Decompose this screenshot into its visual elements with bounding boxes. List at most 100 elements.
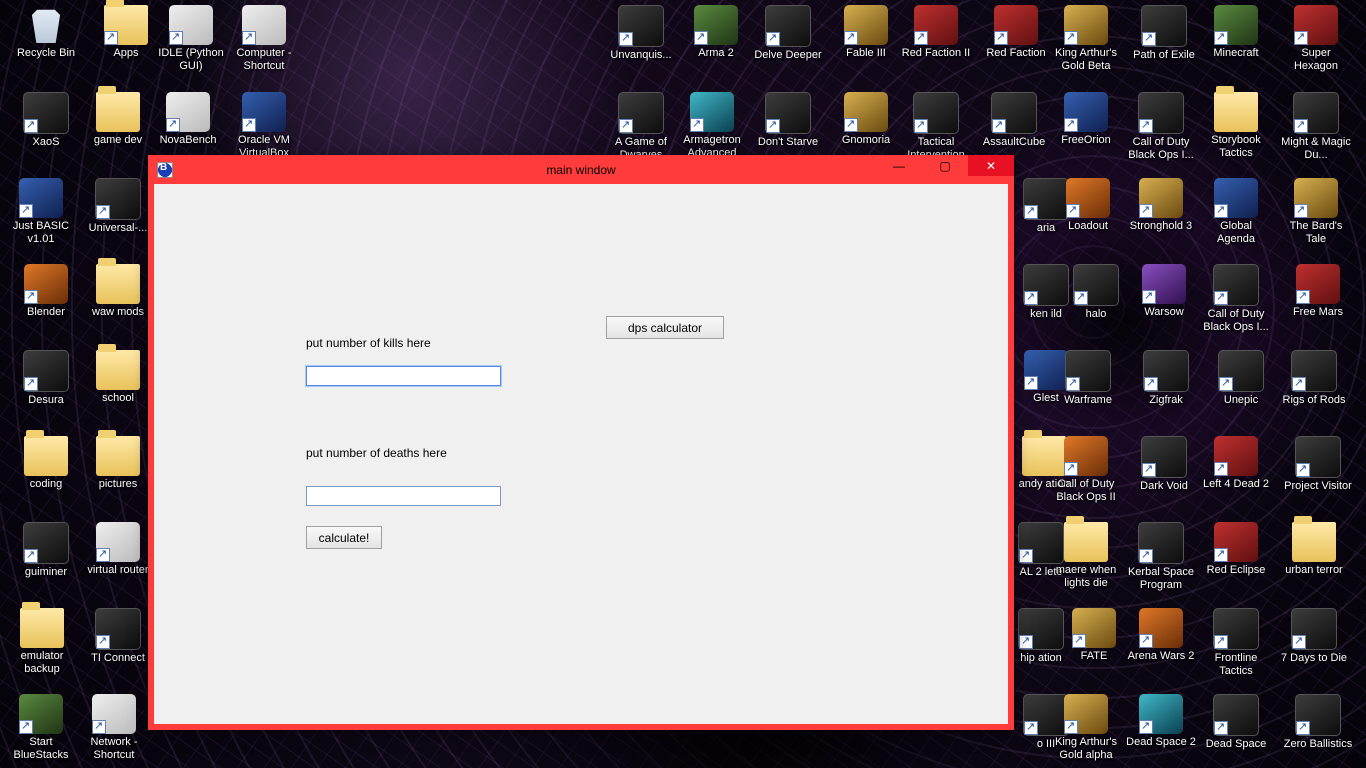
desktop-icon[interactable]: Storybook Tactics — [1200, 92, 1272, 160]
desktop-icon[interactable]: AssaultCube — [978, 92, 1050, 149]
app-icon — [19, 694, 63, 734]
app-icon — [844, 5, 888, 45]
desktop-icon[interactable]: virtual router — [82, 522, 154, 577]
desktop-icon[interactable]: Red Faction — [980, 5, 1052, 60]
desktop-icon[interactable]: 7 Days to Die — [1278, 608, 1350, 665]
titlebar[interactable]: main window — ▢ ✕ — [148, 155, 1014, 184]
desktop-icon[interactable]: coding — [10, 436, 82, 491]
desktop-icon[interactable]: halo — [1060, 264, 1132, 321]
desktop-icon[interactable]: A Game of Dwarves — [605, 92, 677, 162]
shortcut-overlay-icon — [166, 118, 180, 132]
desktop-icon[interactable]: IDLE (Python GUI) — [155, 5, 227, 73]
shortcut-overlay-icon — [766, 32, 780, 46]
desktop-icon[interactable]: Blender — [10, 264, 82, 319]
desktop-icon[interactable]: Rigs of Rods — [1278, 350, 1350, 407]
kills-input[interactable] — [306, 366, 501, 386]
desktop-icon[interactable]: King Arthur's Gold alpha — [1050, 694, 1122, 762]
desktop-icon[interactable]: Computer - Shortcut — [228, 5, 300, 73]
desktop-icon[interactable]: Network - Shortcut — [78, 694, 150, 762]
desktop-icon[interactable]: Zigfrak — [1130, 350, 1202, 407]
shortcut-overlay-icon — [1214, 548, 1228, 562]
desktop-icon[interactable]: Start BlueStacks — [5, 694, 77, 762]
desktop-icon[interactable]: XaoS — [10, 92, 82, 149]
desktop-icon-label: urban terror — [1278, 564, 1350, 577]
desktop-icon[interactable]: Warframe — [1052, 350, 1124, 407]
desktop-icon[interactable]: FATE — [1058, 608, 1130, 663]
desktop-icon[interactable]: Path of Exile — [1128, 5, 1200, 62]
desktop-icon[interactable]: NovaBench — [152, 92, 224, 147]
app-icon — [96, 264, 140, 304]
desktop-icon[interactable]: Frontline Tactics — [1200, 608, 1272, 678]
desktop-icon[interactable]: emulator backup — [6, 608, 78, 676]
desktop-icon[interactable]: Call of Duty Black Ops I... — [1125, 92, 1197, 162]
desktop-icon[interactable]: Project Visitor — [1282, 436, 1354, 493]
desktop-icon[interactable]: Minecraft — [1200, 5, 1272, 60]
desktop-icon[interactable]: FreeOrion — [1050, 92, 1122, 147]
desktop-icon-label: King Arthur's Gold Beta — [1050, 47, 1122, 73]
shortcut-overlay-icon — [1296, 721, 1310, 735]
dps-calculator-button[interactable]: dps calculator — [606, 316, 724, 339]
app-icon — [1073, 264, 1119, 306]
app-icon — [1295, 436, 1341, 478]
desktop-icon[interactable]: pictures — [82, 436, 154, 491]
desktop-icon[interactable]: Dead Space 2 — [1125, 694, 1197, 749]
desktop-icon[interactable]: Desura — [10, 350, 82, 407]
desktop-icon-label: IDLE (Python GUI) — [155, 47, 227, 73]
desktop-icon[interactable]: Just BASIC v1.01 — [5, 178, 77, 246]
desktop-icon[interactable]: Unepic — [1205, 350, 1277, 407]
desktop-icon[interactable]: Red Faction II — [900, 5, 972, 60]
desktop-icon[interactable]: Might & Magic Du... — [1280, 92, 1352, 162]
calculate-button[interactable]: calculate! — [306, 526, 382, 549]
desktop-icon[interactable]: Left 4 Dead 2 — [1200, 436, 1272, 491]
desktop-icon[interactable]: Gnomoria — [830, 92, 902, 147]
shortcut-overlay-icon — [1072, 634, 1086, 648]
desktop-icon-label: Dead Space 2 — [1125, 736, 1197, 749]
desktop-icon[interactable]: Call of Duty Black Ops II — [1050, 436, 1122, 504]
desktop-icon[interactable]: Recycle Bin — [10, 5, 82, 60]
desktop-icon[interactable]: urban terror — [1278, 522, 1350, 577]
minimize-button[interactable]: — — [876, 155, 922, 176]
desktop-icon[interactable]: waw mods — [82, 264, 154, 319]
desktop-icon[interactable]: Kerbal Space Program — [1125, 522, 1197, 592]
desktop-icon[interactable]: Arma 2 — [680, 5, 752, 60]
shortcut-overlay-icon — [1214, 635, 1228, 649]
desktop-icon-label: Just BASIC v1.01 — [5, 220, 77, 246]
desktop-icon[interactable]: Call of Duty Black Ops I... — [1200, 264, 1272, 334]
desktop-icon[interactable]: Fable III — [830, 5, 902, 60]
shortcut-overlay-icon — [1139, 720, 1153, 734]
desktop-icon-label: Delve Deeper — [752, 49, 824, 62]
shortcut-overlay-icon — [1139, 634, 1153, 648]
desktop[interactable]: Recycle BinAppsIDLE (Python GUI)Computer… — [0, 0, 1366, 768]
desktop-icon[interactable]: Loadout — [1052, 178, 1124, 233]
desktop-icon[interactable]: Dead Space — [1200, 694, 1272, 751]
desktop-icon[interactable]: maere when lights die — [1050, 522, 1122, 590]
desktop-icon[interactable]: Universal-... — [82, 178, 154, 235]
desktop-icon-label: Zero Ballistics — [1282, 738, 1354, 751]
desktop-icon[interactable]: Tactical Intervention — [900, 92, 972, 162]
maximize-button[interactable]: ▢ — [922, 155, 968, 176]
desktop-icon[interactable]: school — [82, 350, 154, 405]
desktop-icon[interactable]: Stronghold 3 — [1125, 178, 1197, 233]
desktop-icon[interactable]: TI Connect — [82, 608, 154, 665]
desktop-icon[interactable]: Don't Starve — [752, 92, 824, 149]
desktop-icon[interactable]: game dev — [82, 92, 154, 147]
desktop-icon[interactable]: Dark Void — [1128, 436, 1200, 493]
desktop-icon[interactable]: Oracle VM VirtualBox — [228, 92, 300, 160]
desktop-icon[interactable]: King Arthur's Gold Beta — [1050, 5, 1122, 73]
desktop-icon[interactable]: Armagetron Advanced — [676, 92, 748, 160]
app-icon — [1214, 178, 1258, 218]
desktop-icon[interactable]: guiminer — [10, 522, 82, 579]
desktop-icon[interactable]: Apps — [90, 5, 162, 60]
desktop-icon[interactable]: Arena Wars 2 — [1125, 608, 1197, 663]
close-button[interactable]: ✕ — [968, 155, 1014, 176]
desktop-icon[interactable]: Zero Ballistics — [1282, 694, 1354, 751]
deaths-input[interactable] — [306, 486, 501, 506]
desktop-icon[interactable]: Free Mars — [1282, 264, 1354, 319]
desktop-icon[interactable]: Delve Deeper — [752, 5, 824, 62]
desktop-icon[interactable]: Red Eclipse — [1200, 522, 1272, 577]
desktop-icon[interactable]: Warsow — [1128, 264, 1200, 319]
desktop-icon[interactable]: Global Agenda — [1200, 178, 1272, 246]
desktop-icon[interactable]: The Bard's Tale — [1280, 178, 1352, 246]
desktop-icon[interactable]: Unvanquis... — [605, 5, 677, 62]
desktop-icon[interactable]: Super Hexagon — [1280, 5, 1352, 73]
